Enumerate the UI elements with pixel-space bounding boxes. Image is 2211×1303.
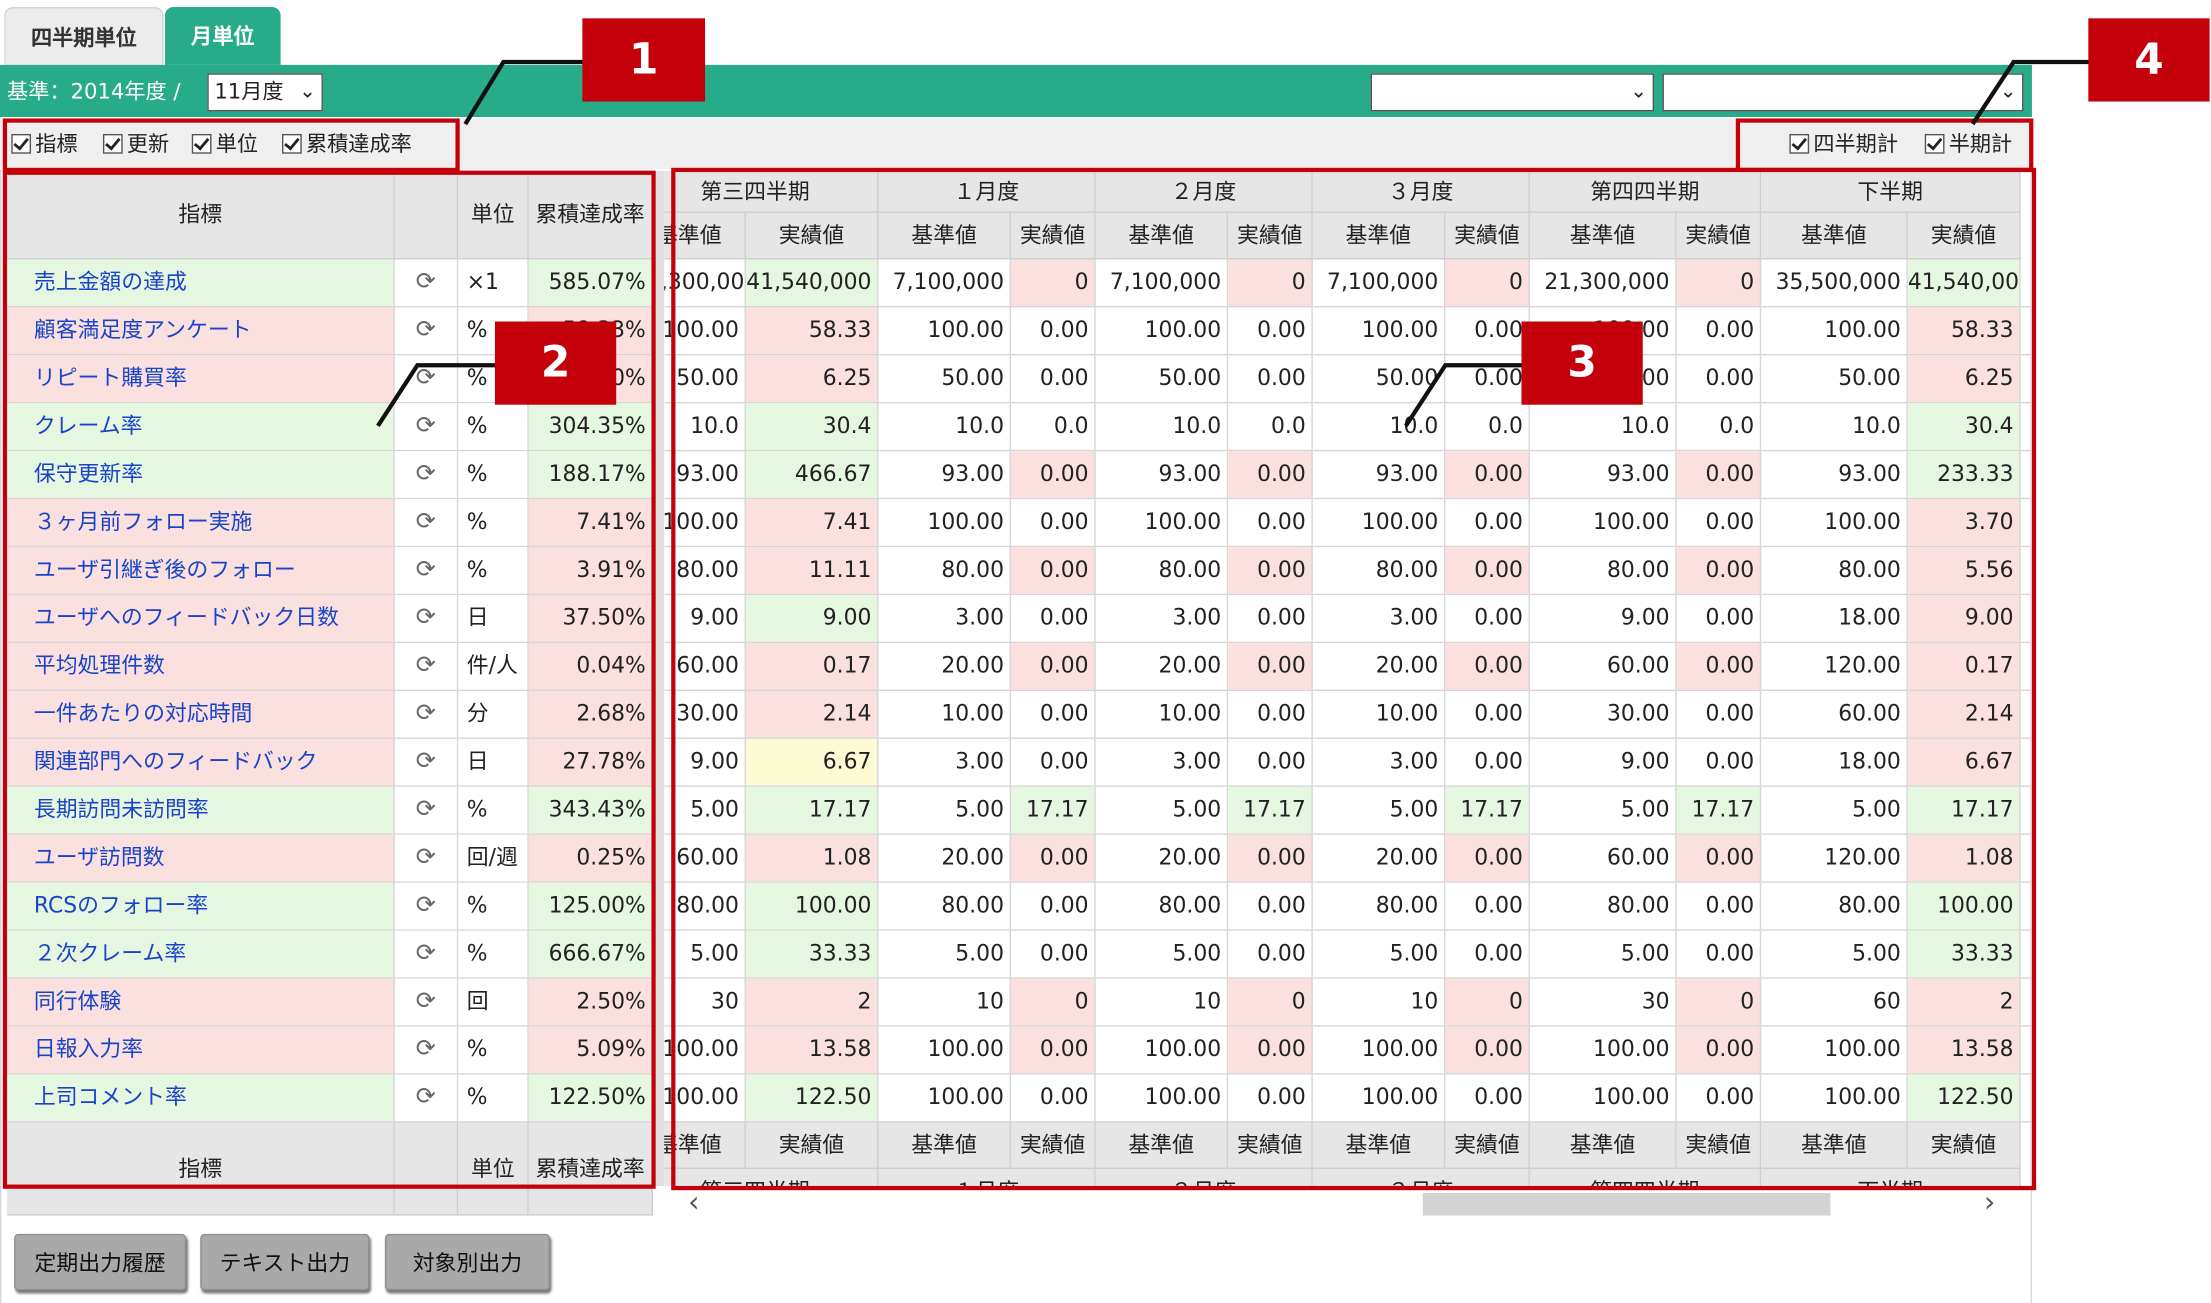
callout-leader-lines — [376, 59, 2090, 428]
callout-label-4: 4 — [2088, 18, 2210, 102]
app-window: 四半期単位 月単位 基準：2014年度 / 11月度 ⌄ ⌄ ⌄ 指標 更新 単位累… — [0, 0, 2211, 1303]
callout-label-2: 2 — [494, 321, 617, 405]
callout-label-1: 1 — [582, 18, 706, 102]
callout-label-3: 3 — [1521, 321, 1643, 405]
